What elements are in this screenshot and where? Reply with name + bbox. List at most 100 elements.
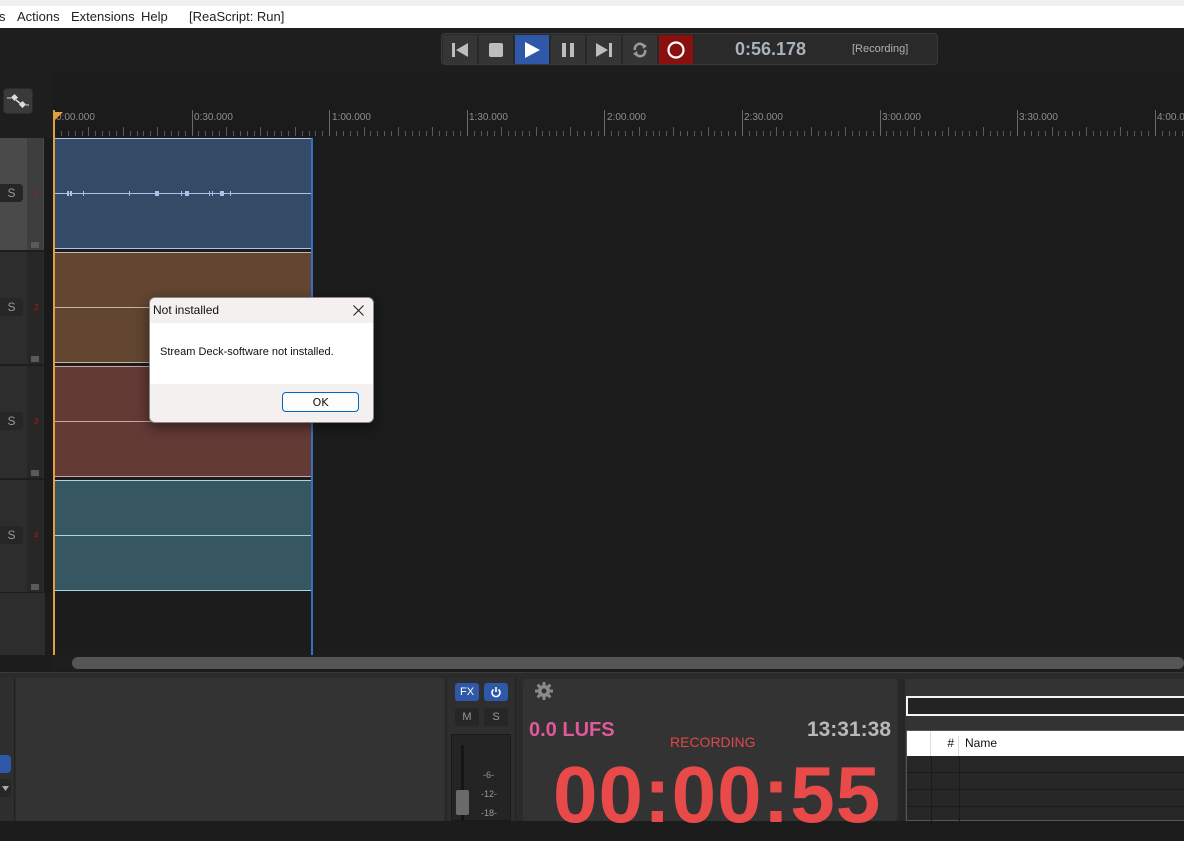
ruler-minor-tick xyxy=(81,131,83,136)
ruler-minor-tick xyxy=(914,127,915,136)
ruler-minor-tick xyxy=(941,131,943,136)
ruler-minor-tick xyxy=(845,127,847,136)
ruler-minor-tick xyxy=(1072,131,1074,136)
envelope-button[interactable] xyxy=(3,88,33,114)
ruler-major-tick xyxy=(191,110,193,136)
dialog-message: Stream Deck-software not installed. xyxy=(160,346,334,358)
stop-icon xyxy=(489,42,503,57)
solo-button[interactable]: S xyxy=(0,412,23,430)
solo-button[interactable]: S xyxy=(0,184,23,202)
project-start-line xyxy=(53,110,55,656)
play-icon xyxy=(525,41,540,58)
pause-button[interactable] xyxy=(551,35,586,64)
record-button[interactable] xyxy=(659,35,694,64)
media-item-1[interactable] xyxy=(54,138,312,249)
folder-icon[interactable] xyxy=(31,242,39,248)
track-control-3[interactable]: S 3 xyxy=(0,366,44,479)
ruler-minor-tick xyxy=(769,131,771,136)
menu-item-extensions[interactable]: Extensions xyxy=(71,9,135,24)
folder-icon[interactable] xyxy=(31,584,39,590)
ruler-minor-tick xyxy=(67,131,69,136)
menu-item-help[interactable]: Help xyxy=(141,9,168,24)
ruler-label: 1:30.000 xyxy=(469,112,508,123)
track-control-4[interactable]: S 4 xyxy=(0,480,44,593)
skip-back-icon xyxy=(452,42,468,57)
ruler-minor-tick xyxy=(893,131,895,136)
horizontal-scrollbar[interactable] xyxy=(72,657,1184,669)
ruler-minor-tick xyxy=(700,131,702,136)
ruler-minor-tick xyxy=(982,127,984,136)
go-to-start-button[interactable] xyxy=(443,35,478,64)
column-header-blank[interactable] xyxy=(907,731,931,756)
transport-position: 0:56.178 xyxy=(735,39,807,59)
menu-item-prev[interactable]: s xyxy=(0,9,6,24)
ruler-minor-tick xyxy=(638,127,640,136)
ruler-minor-tick xyxy=(487,131,489,136)
ruler-minor-tick xyxy=(542,131,544,136)
track-control-1[interactable]: S 1 xyxy=(0,138,44,251)
ruler-minor-tick xyxy=(563,131,565,136)
close-button[interactable] xyxy=(349,301,367,319)
ruler-minor-tick xyxy=(797,131,799,136)
ruler-minor-tick xyxy=(618,131,620,136)
ruler-minor-tick xyxy=(177,131,179,136)
table-row[interactable] xyxy=(907,773,1184,790)
menu-item-actions[interactable]: Actions xyxy=(17,9,60,24)
ruler-minor-tick xyxy=(576,131,578,136)
ruler-minor-tick xyxy=(253,131,255,136)
column-header-name[interactable]: Name xyxy=(965,736,997,750)
table-row[interactable] xyxy=(907,756,1184,773)
ruler-minor-tick xyxy=(673,127,675,136)
table-row[interactable] xyxy=(907,807,1184,824)
ruler-minor-tick xyxy=(143,131,145,136)
ruler-minor-tick xyxy=(1044,131,1046,136)
solo-button[interactable]: S xyxy=(484,708,508,726)
ruler-minor-tick xyxy=(205,131,207,136)
fx-button[interactable]: FX xyxy=(455,683,479,701)
power-button[interactable] xyxy=(484,683,508,701)
gear-icon[interactable] xyxy=(534,681,554,701)
dropdown-button-partial[interactable] xyxy=(0,779,11,797)
chevron-down-icon xyxy=(2,786,9,791)
ruler-minor-tick xyxy=(1010,131,1012,136)
ruler-minor-tick xyxy=(989,131,991,136)
column-header-number[interactable]: # xyxy=(931,736,959,756)
ruler-minor-tick xyxy=(528,131,530,136)
ruler-minor-tick xyxy=(391,131,393,136)
tcp-divider[interactable] xyxy=(44,138,53,594)
volume-fader[interactable] xyxy=(456,790,469,815)
empty-lane[interactable] xyxy=(53,594,1184,655)
ruler-minor-tick xyxy=(645,131,647,136)
table-row[interactable] xyxy=(907,790,1184,807)
ruler-minor-tick xyxy=(570,127,571,136)
menu-bar: s Actions Extensions Help [ReaScript: Ru… xyxy=(0,6,1184,28)
dialog-titlebar[interactable]: Not installed xyxy=(150,298,373,323)
solo-button[interactable]: S xyxy=(0,298,23,316)
play-button[interactable] xyxy=(515,35,550,64)
ok-button[interactable]: OK xyxy=(282,392,359,412)
timeline-ruler[interactable]: 0:00.000 0:30.000 1:00.000 1:30.000 2:00… xyxy=(53,100,1184,138)
media-item-4[interactable] xyxy=(54,480,312,591)
filter-input[interactable] xyxy=(906,696,1184,716)
power-button-partial[interactable] xyxy=(0,755,11,773)
track-control-2[interactable]: S 2 xyxy=(0,252,44,365)
folder-icon[interactable] xyxy=(31,356,39,362)
ruler-minor-tick xyxy=(1079,131,1081,136)
ruler-minor-tick xyxy=(996,131,998,136)
empty-track-area[interactable] xyxy=(0,593,45,655)
ruler-label: 3:00.000 xyxy=(882,112,921,123)
mute-button[interactable]: M xyxy=(455,708,479,726)
script-status: [ReaScript: Run] xyxy=(189,9,285,24)
ruler-minor-tick xyxy=(411,131,413,136)
solo-button[interactable]: S xyxy=(0,526,23,544)
ruler-minor-tick xyxy=(631,131,633,136)
go-to-end-button[interactable] xyxy=(587,35,622,64)
repeat-button[interactable] xyxy=(623,35,658,64)
ruler-minor-tick xyxy=(803,131,805,136)
stop-button[interactable] xyxy=(479,35,514,64)
folder-icon[interactable] xyxy=(31,470,39,476)
ruler-minor-tick xyxy=(88,127,90,136)
ruler-minor-tick xyxy=(611,131,613,136)
ruler-minor-tick xyxy=(226,127,227,136)
ruler-minor-tick xyxy=(274,131,276,136)
